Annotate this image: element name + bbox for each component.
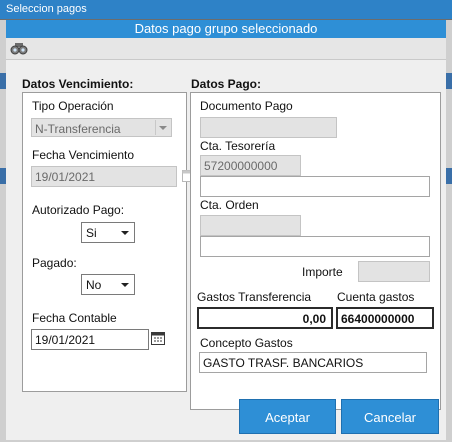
- fecha-vencimiento-value: 19/01/2021: [35, 170, 96, 184]
- gastos-transferencia-label: Gastos Transferencia: [197, 290, 312, 304]
- cta-orden-field[interactable]: [200, 215, 301, 236]
- fecha-contable-label: Fecha Contable: [32, 311, 117, 325]
- cuenta-gastos-field[interactable]: 66400000000: [336, 307, 434, 329]
- binoculars-icon[interactable]: [10, 40, 28, 56]
- cta-orden-desc-field[interactable]: [200, 236, 430, 257]
- background-strip: [446, 168, 452, 184]
- tipo-operacion-value: N-Transferencia: [35, 122, 121, 136]
- importe-label: Importe: [302, 265, 343, 279]
- concepto-gastos-label: Concepto Gastos: [200, 336, 293, 350]
- autorizado-label: Autorizado Pago:: [32, 203, 125, 217]
- window-title: Seleccion pagos: [6, 3, 87, 15]
- importe-field[interactable]: [358, 261, 430, 282]
- gastos-transferencia-value: 0,00: [302, 312, 326, 326]
- cta-orden-label: Cta. Orden: [200, 198, 259, 212]
- vencimiento-panel: Tipo Operación N-Transferencia Fecha Ven…: [22, 92, 196, 392]
- payment-dialog: Datos pago grupo seleccionado Datos Venc…: [6, 20, 446, 440]
- cta-tesoreria-label: Cta. Tesorería: [200, 139, 276, 153]
- pagado-value: No: [86, 278, 102, 292]
- autorizado-select[interactable]: Si: [81, 222, 135, 243]
- aceptar-button[interactable]: Aceptar: [239, 399, 336, 434]
- gastos-transferencia-field[interactable]: 0,00: [197, 307, 333, 329]
- fecha-contable-value: 19/01/2021: [35, 333, 96, 347]
- cta-tesoreria-field[interactable]: 57200000000: [200, 155, 301, 176]
- chevron-down-icon: [121, 283, 129, 287]
- pagado-select[interactable]: No: [81, 274, 135, 295]
- chevron-down-icon[interactable]: [155, 120, 170, 135]
- concepto-gastos-field[interactable]: GASTO TRASF. BANCARIOS: [199, 352, 427, 373]
- documento-pago-label: Documento Pago: [200, 99, 293, 113]
- fecha-contable-field[interactable]: 19/01/2021: [31, 329, 149, 350]
- cta-tesoreria-desc-field[interactable]: [200, 176, 430, 197]
- calendar-icon[interactable]: [151, 331, 165, 345]
- tipo-operacion-dropdown[interactable]: N-Transferencia: [31, 118, 172, 137]
- background-strip: [446, 73, 452, 89]
- dialog-title: Datos pago grupo seleccionado: [6, 20, 446, 38]
- pagado-label: Pagado:: [32, 256, 77, 270]
- vencimiento-heading: Datos Vencimiento:: [22, 77, 134, 91]
- toolbar: [6, 38, 446, 60]
- pago-panel: Documento Pago Cta. Tesorería 5720000000…: [190, 92, 441, 410]
- cuenta-gastos-label: Cuenta gastos: [337, 290, 415, 304]
- cancelar-button[interactable]: Cancelar: [341, 399, 439, 434]
- fecha-vencimiento-field[interactable]: 19/01/2021: [31, 166, 177, 187]
- concepto-gastos-value: GASTO TRASF. BANCARIOS: [203, 356, 364, 370]
- pago-heading: Datos Pago:: [191, 77, 262, 91]
- cta-tesoreria-value: 57200000000: [204, 159, 278, 173]
- chevron-down-icon: [121, 231, 129, 235]
- window-title-bar: Seleccion pagos: [0, 0, 452, 19]
- tipo-operacion-label: Tipo Operación: [32, 99, 114, 113]
- documento-pago-field[interactable]: [200, 117, 337, 138]
- autorizado-value: Si: [86, 226, 97, 240]
- fecha-vencimiento-label: Fecha Vencimiento: [32, 148, 135, 162]
- cuenta-gastos-value: 66400000000: [341, 312, 415, 326]
